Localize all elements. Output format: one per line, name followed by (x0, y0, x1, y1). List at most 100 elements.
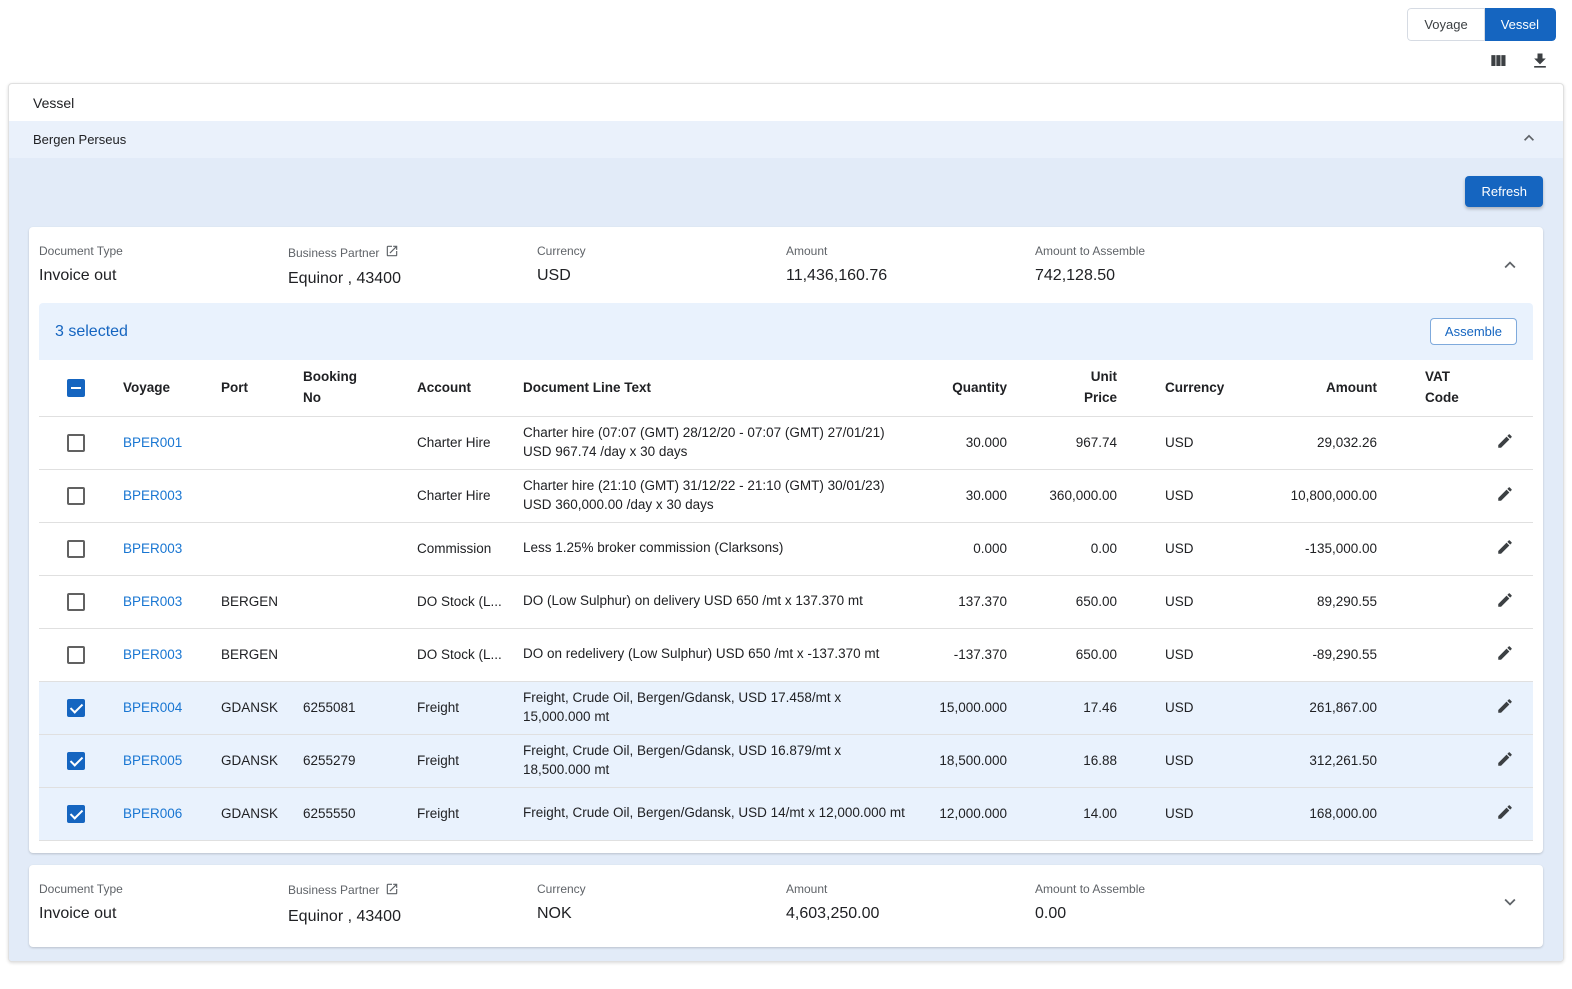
edit-icon[interactable] (1496, 432, 1514, 450)
booking-no-cell (303, 469, 417, 522)
table-row: BPER004 GDANSK 6255081 Freight Freight, … (39, 681, 1533, 734)
voyage-link[interactable]: BPER003 (123, 541, 182, 556)
currency-cell: USD (1133, 416, 1237, 469)
quantity-cell: 0.000 (923, 522, 1023, 575)
panel-title: Vessel (9, 84, 1563, 121)
field-document-type: Document Type Invoice out (39, 244, 288, 285)
port-cell (221, 522, 303, 575)
table-row: BPER001 Charter Hire Charter hire (07:07… (39, 416, 1533, 469)
row-checkbox[interactable] (67, 434, 85, 452)
amount-cell: 29,032.26 (1237, 416, 1393, 469)
col-amount: Amount (1237, 360, 1393, 416)
edit-icon[interactable] (1496, 803, 1514, 821)
vat-code-cell (1393, 522, 1477, 575)
quantity-cell: 15,000.000 (923, 681, 1023, 734)
page: Voyage Vessel Vessel Bergen Perseus Refr… (0, 0, 1572, 989)
row-checkbox[interactable] (67, 487, 85, 505)
col-account: Account (417, 360, 523, 416)
table-row: BPER005 GDANSK 6255279 Freight Freight, … (39, 734, 1533, 787)
chevron-up-icon[interactable] (1519, 128, 1539, 151)
row-checkbox[interactable] (67, 646, 85, 664)
account-cell: Freight (417, 787, 523, 840)
voyage-link[interactable]: BPER003 (123, 647, 182, 662)
vessel-toggle-button[interactable]: Vessel (1485, 8, 1556, 41)
column-settings-icon[interactable] (1488, 51, 1508, 71)
amount-cell: -89,290.55 (1237, 628, 1393, 681)
voyage-toggle-button[interactable]: Voyage (1407, 8, 1484, 41)
field-label: Amount to Assemble (1035, 882, 1284, 896)
amount-cell: 312,261.50 (1237, 734, 1393, 787)
row-checkbox[interactable] (67, 540, 85, 558)
collapse-invoice-icon[interactable] (1495, 250, 1525, 283)
field-value: USD (537, 267, 786, 285)
field-amount: Amount 11,436,160.76 (786, 244, 1035, 285)
edit-icon[interactable] (1496, 750, 1514, 768)
assemble-button[interactable]: Assemble (1430, 318, 1517, 345)
currency-cell: USD (1133, 787, 1237, 840)
edit-icon[interactable] (1496, 485, 1514, 503)
document-line-text-cell: Freight, Crude Oil, Bergen/Gdansk, USD 1… (523, 681, 923, 734)
field-label: Business Partner (288, 244, 537, 261)
voyage-link[interactable]: BPER003 (123, 594, 182, 609)
field-value: NOK (537, 905, 786, 923)
voyage-link[interactable]: BPER004 (123, 700, 182, 715)
field-document-type: Document Type Invoice out (39, 882, 288, 923)
invoice-card-usd: Document Type Invoice out Business Partn… (29, 227, 1543, 853)
field-value: Invoice out (39, 267, 288, 285)
vat-code-cell (1393, 575, 1477, 628)
vat-code-cell (1393, 787, 1477, 840)
unit-price-cell: 967.74 (1023, 416, 1133, 469)
port-cell: GDANSK (221, 787, 303, 840)
currency-cell: USD (1133, 522, 1237, 575)
vat-code-cell (1393, 681, 1477, 734)
booking-no-cell (303, 522, 417, 575)
table-row: BPER003 BERGEN DO Stock (L... DO on rede… (39, 628, 1533, 681)
top-controls: Voyage Vessel (0, 0, 1572, 41)
row-checkbox[interactable] (67, 593, 85, 611)
expand-invoice-icon[interactable] (1495, 887, 1525, 920)
account-cell: Freight (417, 734, 523, 787)
quantity-cell: 30.000 (923, 469, 1023, 522)
table-row: BPER003 BERGEN DO Stock (L... DO (Low Su… (39, 575, 1533, 628)
field-label-text: Business Partner (288, 883, 379, 897)
vat-code-cell (1393, 628, 1477, 681)
edit-icon[interactable] (1496, 538, 1514, 556)
document-line-text-cell: Charter hire (21:10 (GMT) 31/12/22 - 21:… (523, 469, 923, 522)
voyage-link[interactable]: BPER003 (123, 488, 182, 503)
accordion-header-bergen-perseus[interactable]: Bergen Perseus (9, 121, 1563, 158)
refresh-button[interactable]: Refresh (1465, 176, 1543, 207)
field-amount-to-assemble: Amount to Assemble 0.00 (1035, 882, 1284, 923)
document-line-text-cell: Freight, Crude Oil, Bergen/Gdansk, USD 1… (523, 787, 923, 840)
quantity-cell: 30.000 (923, 416, 1023, 469)
selected-count: 3 selected (55, 323, 128, 341)
unit-price-cell: 360,000.00 (1023, 469, 1133, 522)
document-line-text-cell: Less 1.25% broker commission (Clarksons) (523, 522, 923, 575)
voyage-link[interactable]: BPER001 (123, 435, 182, 450)
edit-icon[interactable] (1496, 644, 1514, 662)
voyage-link[interactable]: BPER006 (123, 806, 182, 821)
download-icon[interactable] (1530, 51, 1550, 71)
row-checkbox[interactable] (67, 699, 85, 717)
vat-code-cell (1393, 416, 1477, 469)
field-label: Amount to Assemble (1035, 244, 1284, 258)
document-line-text-cell: DO (Low Sulphur) on delivery USD 650 /mt… (523, 575, 923, 628)
field-value: Equinor , 43400 (288, 908, 537, 926)
external-link-icon[interactable] (385, 882, 399, 899)
document-line-text-cell: DO on redelivery (Low Sulphur) USD 650 /… (523, 628, 923, 681)
edit-icon[interactable] (1496, 591, 1514, 609)
row-checkbox[interactable] (67, 805, 85, 823)
field-business-partner: Business Partner Equinor , 43400 (288, 244, 537, 288)
field-currency: Currency NOK (537, 882, 786, 923)
col-voyage: Voyage (123, 360, 221, 416)
document-line-text-cell: Charter hire (07:07 (GMT) 28/12/20 - 07:… (523, 416, 923, 469)
table-row: BPER006 GDANSK 6255550 Freight Freight, … (39, 787, 1533, 840)
edit-icon[interactable] (1496, 697, 1514, 715)
amount-cell: 10,800,000.00 (1237, 469, 1393, 522)
external-link-icon[interactable] (385, 244, 399, 261)
booking-no-cell: 6255279 (303, 734, 417, 787)
row-checkbox[interactable] (67, 752, 85, 770)
currency-cell: USD (1133, 469, 1237, 522)
voyage-link[interactable]: BPER005 (123, 753, 182, 768)
unit-price-cell: 14.00 (1023, 787, 1133, 840)
select-all-checkbox[interactable] (67, 379, 85, 397)
